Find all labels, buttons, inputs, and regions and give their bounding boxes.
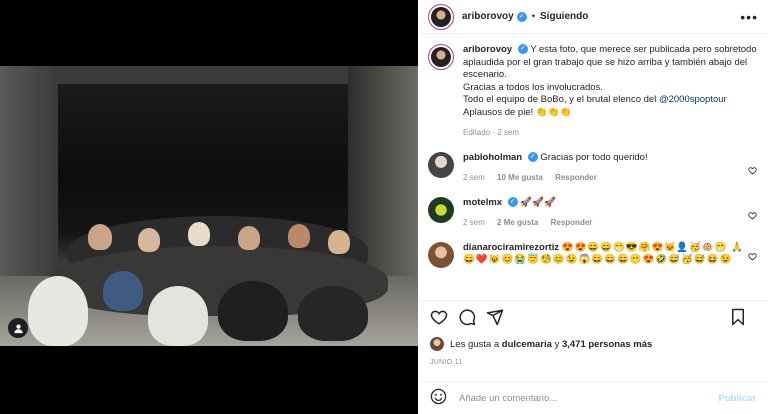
- user-tag-icon[interactable]: [8, 318, 28, 338]
- comment-username[interactable]: motelmx: [463, 197, 502, 208]
- heart-icon[interactable]: [430, 308, 448, 329]
- caption-text-2: Gracias a todos los involucrados.: [463, 81, 603, 93]
- author-avatar[interactable]: [428, 3, 454, 30]
- caption-avatar[interactable]: [428, 44, 454, 70]
- comment-meta: 2 sem 2 Me gusta Responder: [463, 217, 746, 230]
- commenter-avatar[interactable]: [428, 196, 454, 223]
- comment-username[interactable]: dianarociramirezortiz: [463, 242, 559, 253]
- comment-item: motelmx ✓ 🚀🚀🚀 2 sem 2 Me gusta Responder: [428, 196, 758, 230]
- comment-time[interactable]: 2 sem: [463, 173, 485, 182]
- verified-badge-icon: ✓: [517, 44, 528, 55]
- comment-text: 🚀🚀🚀: [520, 196, 556, 208]
- author-username[interactable]: ariborovoy: [462, 11, 514, 22]
- header-separator: •: [531, 11, 536, 22]
- post-header: ariborovoy ✓ • Siguiendo •••: [418, 0, 768, 34]
- comment-username[interactable]: pabloholman: [463, 152, 522, 163]
- photo-crowd: [28, 216, 400, 346]
- caption-text-4: Aplausos de pie!: [463, 106, 534, 118]
- action-icons: [430, 307, 756, 329]
- verified-badge-icon: ✓: [516, 11, 527, 22]
- comment-body: motelmx ✓ 🚀🚀🚀 2 sem 2 Me gusta Responder: [463, 197, 746, 230]
- more-icon[interactable]: •••: [740, 9, 758, 25]
- comment-heart-icon[interactable]: [746, 242, 758, 268]
- caption-username[interactable]: ariborovoy: [463, 44, 512, 55]
- comment-heart-icon[interactable]: [746, 152, 758, 185]
- smiley-icon[interactable]: [430, 388, 447, 408]
- verified-badge-icon: ✓: [527, 151, 538, 162]
- comments-list[interactable]: ariborovoy ✓ Y esta foto, que merece ser…: [418, 34, 768, 300]
- liker-username[interactable]: dulcemaria: [502, 339, 552, 350]
- caption-text-3: Todo el equipo de BoBo, y el brutal elen…: [463, 94, 657, 105]
- share-icon[interactable]: [486, 308, 504, 329]
- commenter-avatar[interactable]: [428, 151, 454, 178]
- comment-item: dianarociramirezortiz 😍😍😄😄😁😎🤗😍🐱‍👤🥳🐵😁 🙏😄❤…: [428, 241, 758, 268]
- instagram-post-modal: ariborovoy ✓ • Siguiendo ••• ariborovoy …: [0, 0, 768, 414]
- caption-row: ariborovoy ✓ Y esta foto, que merece ser…: [428, 44, 758, 140]
- add-comment-bar: Añade un comentario... Publicar: [418, 381, 768, 414]
- comment-input[interactable]: Añade un comentario...: [459, 393, 557, 404]
- comment-meta: 2 sem 10 Me gusta Responder: [463, 172, 746, 185]
- bookmark-icon[interactable]: [730, 308, 746, 329]
- likes-count[interactable]: 3,471 personas más: [562, 339, 652, 350]
- verified-badge-icon: ✓: [507, 196, 518, 207]
- caption-meta: Editado · 2 sem: [463, 127, 758, 140]
- post-actions: Les gusta a dulcemaria y 3,471 personas …: [418, 300, 768, 366]
- likes-middle: y: [554, 338, 560, 350]
- post-side-panel: ariborovoy ✓ • Siguiendo ••• ariborovoy …: [418, 0, 768, 414]
- caption-text-block: ariborovoy ✓ Y esta foto, que merece ser…: [463, 44, 758, 140]
- post-media[interactable]: [0, 0, 418, 414]
- commenter-avatar[interactable]: [428, 241, 454, 268]
- comment-likes[interactable]: 10 Me gusta: [497, 173, 543, 182]
- following-button[interactable]: Siguiendo: [540, 11, 588, 22]
- likes-summary[interactable]: Les gusta a dulcemaria y 3,471 personas …: [430, 337, 756, 351]
- likes-prefix: Les gusta a: [450, 338, 500, 350]
- comment-body: dianarociramirezortiz 😍😍😄😄😁😎🤗😍🐱‍👤🥳🐵😁 🙏😄❤…: [463, 242, 746, 268]
- group-photo[interactable]: [0, 66, 418, 346]
- comment-time[interactable]: 2 sem: [463, 218, 485, 227]
- caption-hashtag-link[interactable]: @2000spoptour: [659, 94, 727, 105]
- reply-button[interactable]: Responder: [555, 173, 597, 182]
- post-date[interactable]: JUNIO 11: [430, 359, 756, 366]
- caption-edited-time: Editado · 2 sem: [463, 128, 520, 137]
- comment-body: pabloholman ✓ Gracias por todo querido! …: [463, 152, 746, 185]
- comment-item: pabloholman ✓ Gracias por todo querido! …: [428, 151, 758, 185]
- publish-button[interactable]: Publicar: [719, 393, 757, 404]
- comment-icon[interactable]: [458, 308, 476, 329]
- reply-button[interactable]: Responder: [551, 218, 593, 227]
- comment-heart-icon[interactable]: [746, 197, 758, 230]
- caption-emoji: 👏👏👏: [535, 106, 572, 118]
- liker-avatar[interactable]: [430, 337, 444, 351]
- comment-likes[interactable]: 2 Me gusta: [497, 218, 538, 227]
- comment-text: Gracias por todo querido!: [540, 151, 648, 163]
